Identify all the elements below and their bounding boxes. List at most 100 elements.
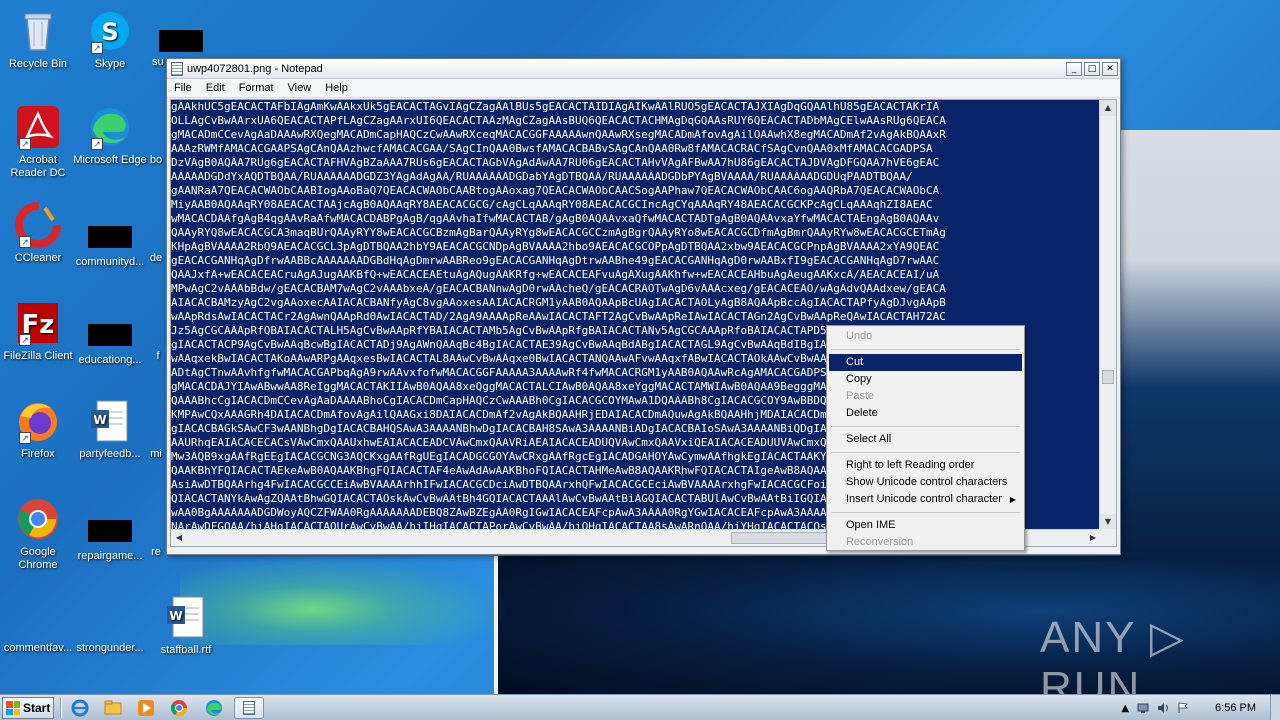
scroll-up-icon[interactable]: ▲: [1100, 100, 1116, 116]
scroll-left-icon[interactable]: ◀: [171, 530, 187, 546]
chrome-taskbar-icon[interactable]: [169, 698, 189, 718]
desktop-icon-repairgame[interactable]: repairgame...: [72, 508, 148, 563]
shortcut-arrow-icon: ↗: [19, 334, 31, 346]
window-title: uwp4072801.png - Notepad: [187, 62, 323, 75]
text-line[interactable]: MPwAgC2vAAAbBdw/gEACACBAM7wAgC2vAAAbxeA/…: [171, 282, 1101, 296]
text-line[interactable]: wMACACDAAfgAgB4qgAAvRaAfwMACACDABPgAgB/q…: [171, 212, 1101, 226]
desktop-icon-staffball[interactable]: W staffball.rtf: [148, 594, 224, 657]
menu-view[interactable]: View: [281, 82, 319, 94]
desktop-icon-filezilla[interactable]: Fz ↗ FileZilla Client: [0, 300, 76, 363]
desktop-icon-educationg[interactable]: educationg...: [72, 312, 148, 367]
word-document-icon: W: [163, 594, 209, 640]
text-line[interactable]: DzVAgB0AQAA7RUg6gEACACTAFHVAgBZaAAA7RUs6…: [171, 156, 1101, 170]
desktop-icon-label: f: [156, 350, 160, 362]
redacted-icon: [88, 520, 132, 542]
desktop-icon-firefox[interactable]: ↗ Firefox: [0, 398, 76, 461]
desktop-icon-label: Firefox: [21, 448, 55, 460]
menu-item-delete[interactable]: Delete: [829, 405, 1022, 422]
desktop-icon-communityd[interactable]: communityd...: [72, 214, 148, 269]
desktop-icon-label: partyfeedb...: [79, 448, 141, 460]
menu-format[interactable]: Format: [232, 82, 281, 94]
desktop-icon-partyfeedb[interactable]: W partyfeedb...: [72, 398, 148, 461]
taskbar-clock[interactable]: 6:56 PM: [1215, 702, 1256, 714]
text-line[interactable]: AAAAADGDdYxAQDTBQAA/RUAAAAAADGDZ3YAgAdAg…: [171, 170, 1101, 184]
desktop-icon-strongunder[interactable]: strongunder...: [72, 608, 148, 655]
menu-file[interactable]: File: [167, 82, 199, 94]
skype-icon: S ↗: [87, 8, 133, 54]
taskbar-separator: [60, 698, 62, 718]
internet-explorer-icon[interactable]: [70, 698, 90, 718]
title-bar[interactable]: uwp4072801.png - Notepad _ □ ✕: [167, 59, 1120, 79]
wallpaper-divider: [494, 556, 498, 694]
text-line[interactable]: KHpAgBVAAAA2RbQ9AEACACGCL3pAgDTBQAA2hbY9…: [171, 240, 1101, 254]
desktop-icon-acrobat[interactable]: ↗ Acrobat Reader DC: [0, 104, 76, 180]
desktop-icon-bo[interactable]: bo: [146, 154, 166, 167]
network-icon[interactable]: [1137, 702, 1149, 714]
recycle-bin-icon: [15, 8, 61, 54]
menu-separator: [831, 426, 1020, 427]
desktop-icon-label: Microsoft Edge: [73, 154, 147, 166]
text-line[interactable]: QAAyRYQ8wEACACGCA3maqBUrQAAyRYY8wEACACGC…: [171, 226, 1101, 240]
menu-edit[interactable]: Edit: [199, 82, 232, 94]
maximize-button[interactable]: □: [1084, 61, 1100, 76]
close-button[interactable]: ✕: [1102, 61, 1118, 76]
text-line[interactable]: gEACACGANHqAgDfrwAABBcAAAAAAADGBdHqAgDmr…: [171, 254, 1101, 268]
media-player-icon[interactable]: [136, 698, 156, 718]
desktop-icon-de[interactable]: de: [146, 252, 166, 265]
menu-help[interactable]: Help: [318, 82, 355, 94]
start-button[interactable]: Start: [2, 697, 54, 719]
flag-icon[interactable]: [1177, 702, 1189, 714]
vertical-scroll-thumb[interactable]: [1102, 370, 1114, 384]
menu-item-select-all[interactable]: Select All: [829, 431, 1022, 448]
show-desktop-button[interactable]: [1270, 695, 1280, 720]
desktop-icon-label: re: [151, 546, 161, 558]
text-line[interactable]: wAApRdsAwIACACTACr2AgAwnQAApRd0AwIACACTA…: [171, 310, 1101, 324]
text-line[interactable]: gMACADmCCevAgAaDAAAwRXQegMACADmCapHAQCzC…: [171, 128, 1101, 142]
desktop-icon-re[interactable]: re: [146, 546, 166, 559]
menu-item-insert-unicode[interactable]: Insert Unicode control character ▶: [829, 491, 1022, 508]
menu-item-undo: Undo: [846, 330, 873, 342]
text-line[interactable]: AIACACBAMzyAgC2vgAAoxecAAIACACBANfyAgC8v…: [171, 296, 1101, 310]
desktop-icon-f[interactable]: f: [148, 350, 168, 363]
edge-taskbar-icon[interactable]: [204, 698, 224, 718]
menu-item-label: Insert Unicode control character: [846, 493, 1002, 505]
menu-item-open-ime[interactable]: Open IME: [829, 517, 1022, 534]
text-line[interactable]: QAAJxfA+wEACACEACruAgAJugAAKBfQ+wEACACEA…: [171, 268, 1101, 282]
file-icon: [15, 608, 61, 638]
menu-item-cut[interactable]: Cut: [829, 354, 1022, 371]
file-explorer-icon[interactable]: [103, 698, 123, 718]
desktop-icon-ccleaner[interactable]: ↗ CCleaner: [0, 202, 76, 265]
minimize-button[interactable]: _: [1066, 61, 1082, 76]
desktop-icon-label: CCleaner: [14, 252, 62, 264]
system-tray: ▲ 6:56 PM: [1121, 695, 1280, 720]
menu-separator: [831, 512, 1020, 513]
desktop-icon-edge[interactable]: ↗ Microsoft Edge: [72, 104, 148, 167]
scroll-down-icon[interactable]: ▼: [1100, 514, 1116, 530]
text-line[interactable]: gAAkhUC5gEACACTAFbIAgAmKwAAkxUk5gEACACTA…: [171, 100, 1101, 114]
windows-logo-icon: [6, 701, 20, 715]
menu-item-show-unicode[interactable]: Show Unicode control characters: [829, 474, 1022, 491]
tray-expand-icon[interactable]: ▲: [1121, 703, 1129, 714]
menu-bar: File Edit Format View Help: [167, 79, 1120, 98]
desktop-icon-commentfav[interactable]: commentfav...: [0, 608, 76, 655]
desktop-icon-mi[interactable]: mi: [146, 448, 166, 461]
shortcut-arrow-icon: ↗: [19, 236, 31, 248]
anyrun-watermark: ANY ▷ RUN: [1040, 613, 1186, 694]
text-line[interactable]: MiyAAB0AQAAqRY08AEACACTAAjcAgB0AQAAqRY8A…: [171, 198, 1101, 212]
desktop-icon-chrome[interactable]: Google Chrome: [0, 496, 76, 572]
menu-item-rtl[interactable]: Right to left Reading order: [829, 457, 1022, 474]
text-line[interactable]: OLLAgCvBwAArxUA6QEACACTAPfLAgCZagAArxUI6…: [171, 114, 1101, 128]
notepad-taskbar-button[interactable]: [234, 697, 264, 719]
volume-icon[interactable]: [1157, 702, 1169, 714]
text-line[interactable]: AAAzRWMfAMACACGAAPSAgCAnQAAzhwcfAMACACGA…: [171, 142, 1101, 156]
desktop-icon-label: bo: [149, 154, 163, 166]
chrome-icon: [15, 496, 61, 542]
desktop-icon-label: Skype: [94, 58, 126, 70]
menu-item-copy[interactable]: Copy: [829, 371, 1022, 388]
start-label: Start: [23, 701, 51, 715]
menu-item-paste: Paste: [846, 390, 875, 402]
desktop-icon-skype[interactable]: S ↗ Skype: [72, 8, 148, 71]
desktop-icon-recycle-bin[interactable]: Recycle Bin: [0, 8, 76, 71]
vertical-scrollbar[interactable]: ▲ ▼: [1099, 100, 1116, 530]
text-line[interactable]: gAANRaA7QEACACWAObCAABIogAAoBaQ7QEACACWA…: [171, 184, 1101, 198]
